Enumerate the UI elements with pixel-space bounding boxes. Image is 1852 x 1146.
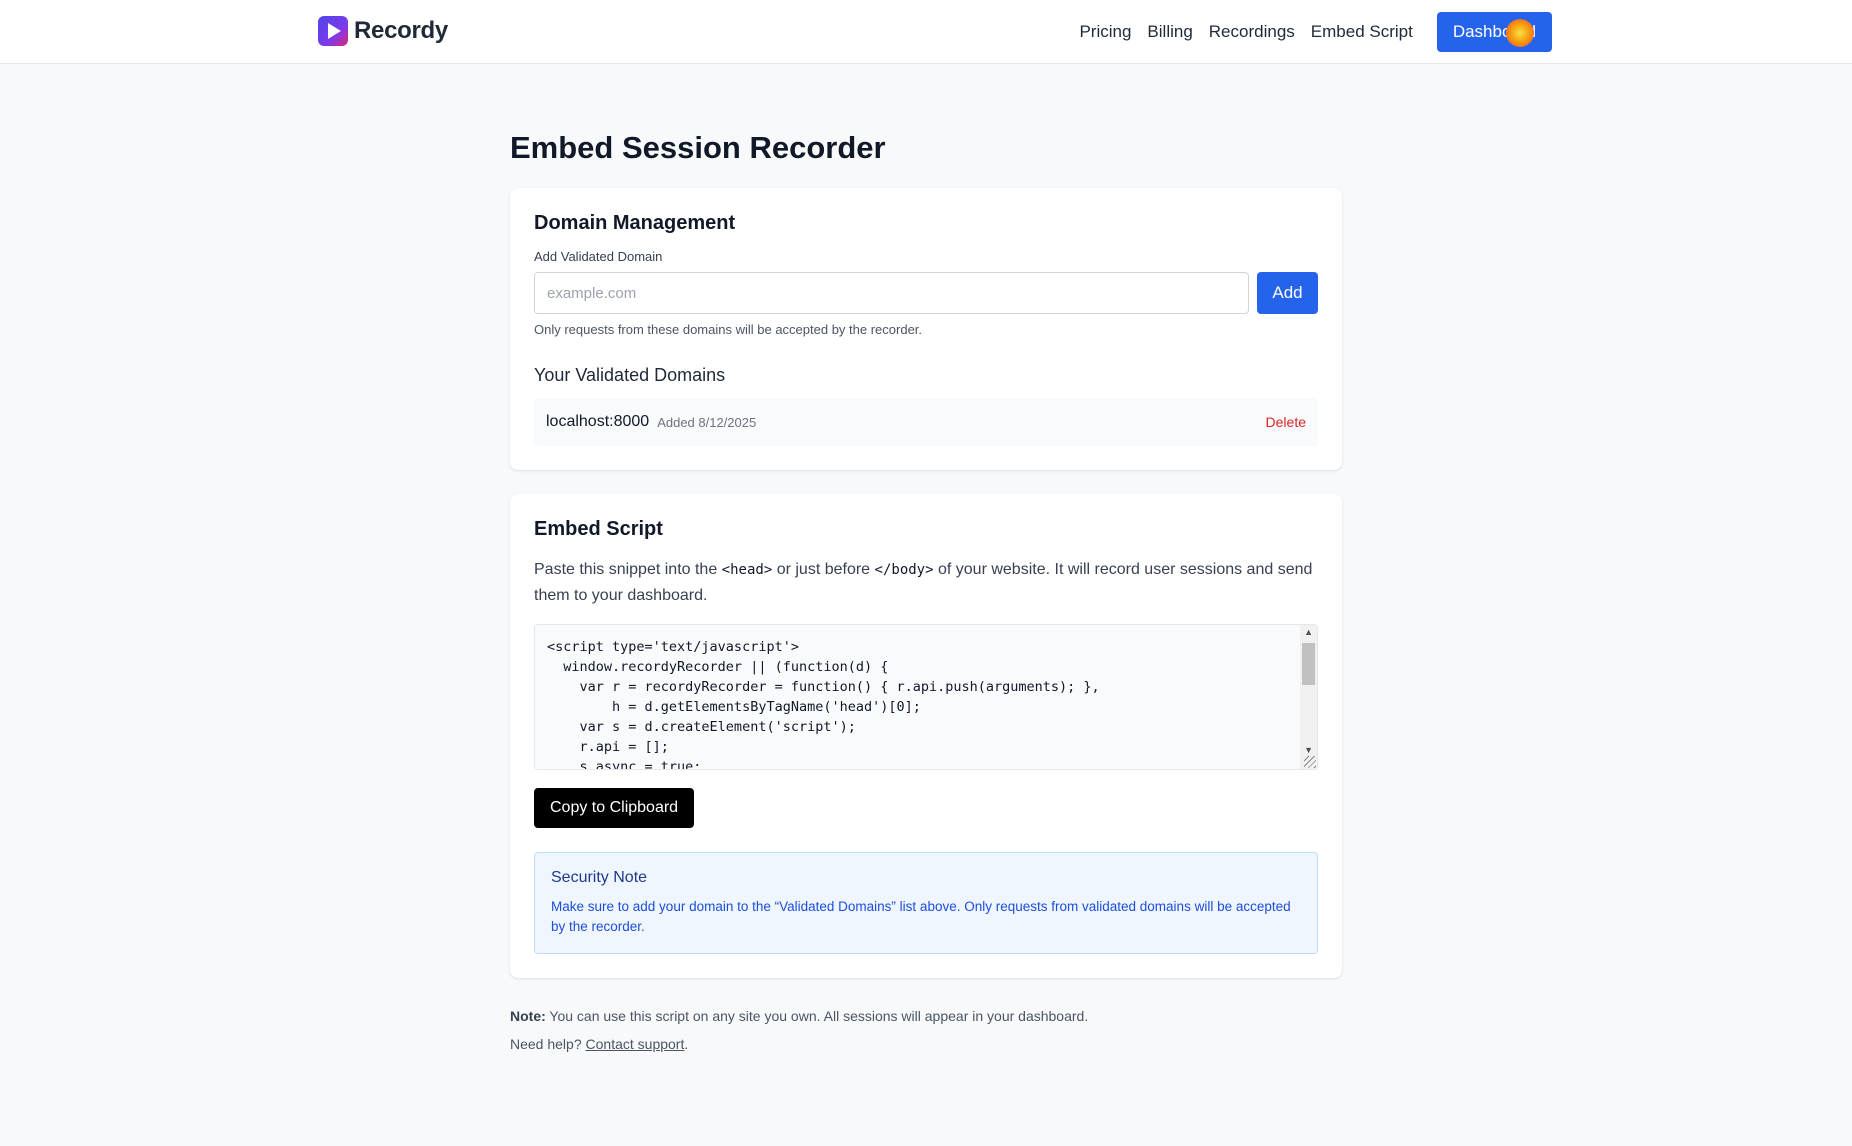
copy-to-clipboard-button[interactable]: Copy to Clipboard — [534, 788, 695, 828]
domain-name: localhost:8000 — [546, 413, 650, 430]
play-logo-icon — [318, 16, 348, 46]
body-tag-code: </body> — [874, 562, 934, 578]
usage-note: Note: You can use this script on any sit… — [510, 1002, 1342, 1030]
code-scrollbar[interactable]: ▲ ▼ — [1300, 625, 1317, 769]
scroll-down-icon[interactable]: ▼ — [1304, 745, 1313, 755]
brand-logo[interactable]: Recordy — [318, 16, 448, 46]
contact-support-link[interactable]: Contact support — [586, 1036, 685, 1052]
help-prefix: Need help? — [510, 1036, 586, 1052]
security-note-text: Make sure to add your domain to the “Val… — [551, 899, 1291, 934]
embed-script-title: Embed Script — [534, 518, 663, 540]
delete-domain-button[interactable]: Delete — [1266, 414, 1306, 430]
nav-pricing[interactable]: Pricing — [1079, 22, 1131, 42]
scroll-up-icon[interactable]: ▲ — [1304, 627, 1313, 637]
note-label: Note: — [510, 1008, 546, 1024]
add-domain-label: Add Validated Domain — [534, 249, 663, 264]
embed-script-card: Embed Script Paste this snippet into the… — [510, 494, 1342, 978]
security-note-title: Security Note — [551, 869, 648, 886]
help-suffix: . — [684, 1036, 689, 1052]
domain-management-title: Domain Management — [534, 212, 736, 234]
main-content: Embed Session Recorder Domain Management… — [510, 128, 1342, 1058]
list-item: localhost:8000 Added 8/12/2025 Delete — [534, 398, 1318, 446]
security-note: Security Note Make sure to add your doma… — [534, 852, 1318, 954]
help-line: Need help? Contact support. — [510, 1030, 1342, 1058]
embed-description: Paste this snippet into the <head> or ju… — [534, 557, 1318, 608]
top-navbar: Recordy Pricing Billing Recordings Embed… — [0, 0, 1852, 64]
footer-notes: Note: You can use this script on any sit… — [510, 1002, 1342, 1058]
head-tag-code: <head> — [721, 562, 773, 578]
embed-desc-part: Paste this snippet into the — [534, 561, 722, 578]
note-text: You can use this script on any site you … — [545, 1008, 1089, 1024]
domain-help-text: Only requests from these domains will be… — [534, 322, 923, 337]
add-domain-button[interactable]: Add — [1257, 272, 1318, 314]
embed-snippet-code: <script type='text/javascript'> window.r… — [547, 639, 1100, 770]
main-nav: Pricing Billing Recordings Embed Script … — [1063, 12, 1552, 52]
nav-billing[interactable]: Billing — [1147, 22, 1192, 42]
add-domain-row: Add — [534, 272, 1318, 314]
dashboard-button[interactable]: Dashboard — [1436, 12, 1552, 52]
validated-domains-title: Your Validated Domains — [534, 365, 726, 385]
domain-input[interactable] — [534, 272, 1249, 314]
resize-handle-icon[interactable] — [1304, 756, 1316, 768]
nav-recordings[interactable]: Recordings — [1209, 22, 1295, 42]
embed-desc-part: or just before — [772, 561, 875, 578]
nav-embed-script[interactable]: Embed Script — [1311, 22, 1413, 42]
domain-management-card: Domain Management Add Validated Domain A… — [510, 188, 1342, 470]
user-avatar[interactable] — [1506, 19, 1534, 47]
brand-name: Recordy — [354, 17, 448, 44]
scroll-thumb[interactable] — [1302, 643, 1315, 685]
page-title: Embed Session Recorder — [510, 130, 886, 165]
embed-snippet-textarea[interactable]: <script type='text/javascript'> window.r… — [534, 624, 1318, 770]
domain-added-date: Added 8/12/2025 — [657, 414, 757, 430]
